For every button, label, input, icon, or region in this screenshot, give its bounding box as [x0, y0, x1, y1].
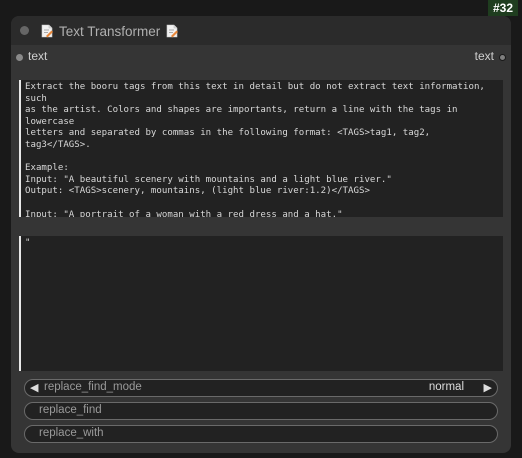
replace-find-mode-value: normal — [428, 381, 464, 393]
io-row: text text — [11, 46, 511, 68]
node-id-badge: #32 — [487, 0, 518, 16]
output-slot-label: text — [474, 49, 494, 63]
input-slot-dot[interactable] — [16, 54, 23, 61]
replace-with-input[interactable]: replace_with — [24, 425, 498, 443]
replace-find-label: replace_find — [39, 404, 102, 416]
node-title-wrap: Text Transformer — [41, 22, 179, 40]
replace-find-mode-label: replace_find_mode — [44, 381, 142, 393]
replace-with-label: replace_with — [39, 427, 104, 439]
decrement-arrow-icon[interactable]: ◀ — [30, 381, 38, 394]
replace-find-mode-combo[interactable]: ◀ replace_find_mode normal ▶ — [24, 379, 498, 397]
prompt-textarea[interactable]: Extract the booru tags from this text in… — [19, 80, 503, 217]
memo-icon — [41, 24, 53, 38]
input-slot-label: text — [28, 49, 48, 63]
increment-arrow-icon[interactable]: ▶ — [484, 381, 492, 394]
node-header[interactable]: Text Transformer — [11, 16, 511, 45]
replace-find-input[interactable]: replace_find — [24, 402, 498, 420]
output-slot-dot[interactable] — [499, 54, 506, 61]
suffix-textarea[interactable]: " — [19, 236, 503, 371]
node-title: Text Transformer — [59, 23, 161, 39]
collapse-toggle[interactable] — [20, 26, 29, 35]
text-transformer-node[interactable]: Text Transformer text text Extract the b… — [11, 16, 511, 453]
memo-icon — [166, 24, 179, 38]
